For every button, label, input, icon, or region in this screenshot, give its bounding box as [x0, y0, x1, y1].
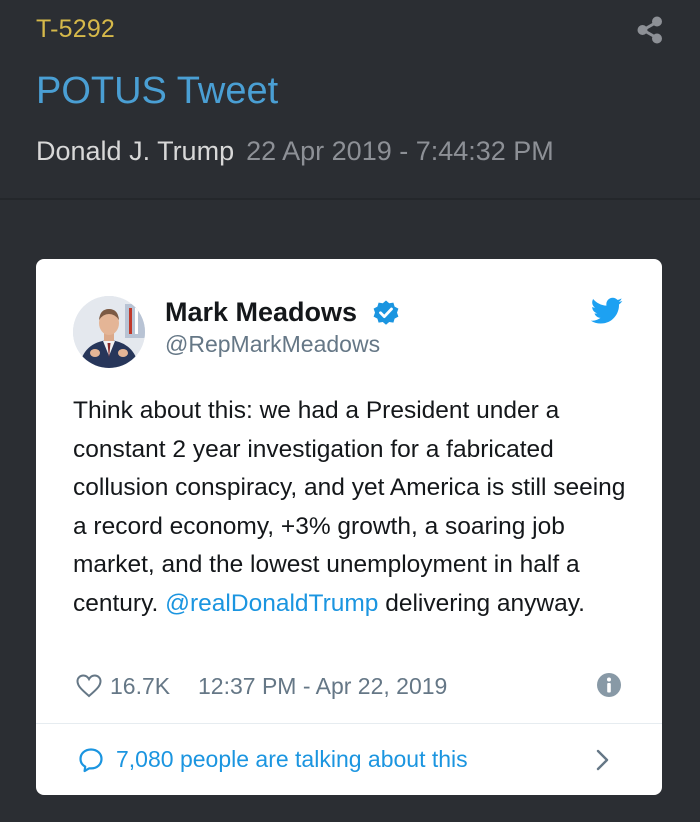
embedded-tweet[interactable]: Mark Meadows @RepMarkMeadows Think about… — [36, 259, 662, 795]
heart-icon[interactable] — [76, 674, 102, 698]
avatar-photo — [73, 296, 145, 368]
speech-bubble-icon — [79, 748, 103, 773]
author-name[interactable]: Donald J. Trump — [36, 136, 234, 166]
info-icon[interactable] — [596, 672, 622, 698]
tweet-body: Think about this: we had a President und… — [73, 397, 626, 617]
talking-count: 7,080 people are talking about this — [116, 746, 468, 772]
avatar[interactable] — [73, 296, 145, 368]
post-id: T-5292 — [36, 15, 116, 43]
tweet-handle[interactable]: @RepMarkMeadows — [165, 331, 380, 358]
post-meta: Donald J. Trump 22 Apr 2019 - 7:44:32 PM — [36, 136, 554, 167]
header-divider — [0, 198, 700, 200]
tweet-body-end: delivering anyway. — [378, 589, 585, 617]
post-title: POTUS Tweet — [36, 70, 279, 112]
talking-about-link[interactable]: 7,080 people are talking about this — [36, 724, 662, 795]
share-icon — [637, 16, 662, 44]
tweet-display-name[interactable]: Mark Meadows — [165, 297, 357, 328]
like-count: 16.7K — [110, 673, 171, 699]
tweet-timestamp[interactable]: 12:37 PM - Apr 22, 2019 — [198, 673, 447, 700]
tweet-text: Think about this: we had a President und… — [73, 392, 633, 623]
chevron-right-icon — [596, 749, 609, 771]
post-date: 22 Apr 2019 - 7:44:32 PM — [246, 136, 554, 166]
tweet-footer: 16.7K 12:37 PM - Apr 22, 2019 — [76, 669, 636, 703]
share-button[interactable] — [634, 14, 666, 46]
mention-link[interactable]: @realDonaldTrump — [165, 590, 378, 617]
verified-icon — [373, 300, 399, 325]
twitter-bird-icon[interactable] — [591, 297, 623, 325]
